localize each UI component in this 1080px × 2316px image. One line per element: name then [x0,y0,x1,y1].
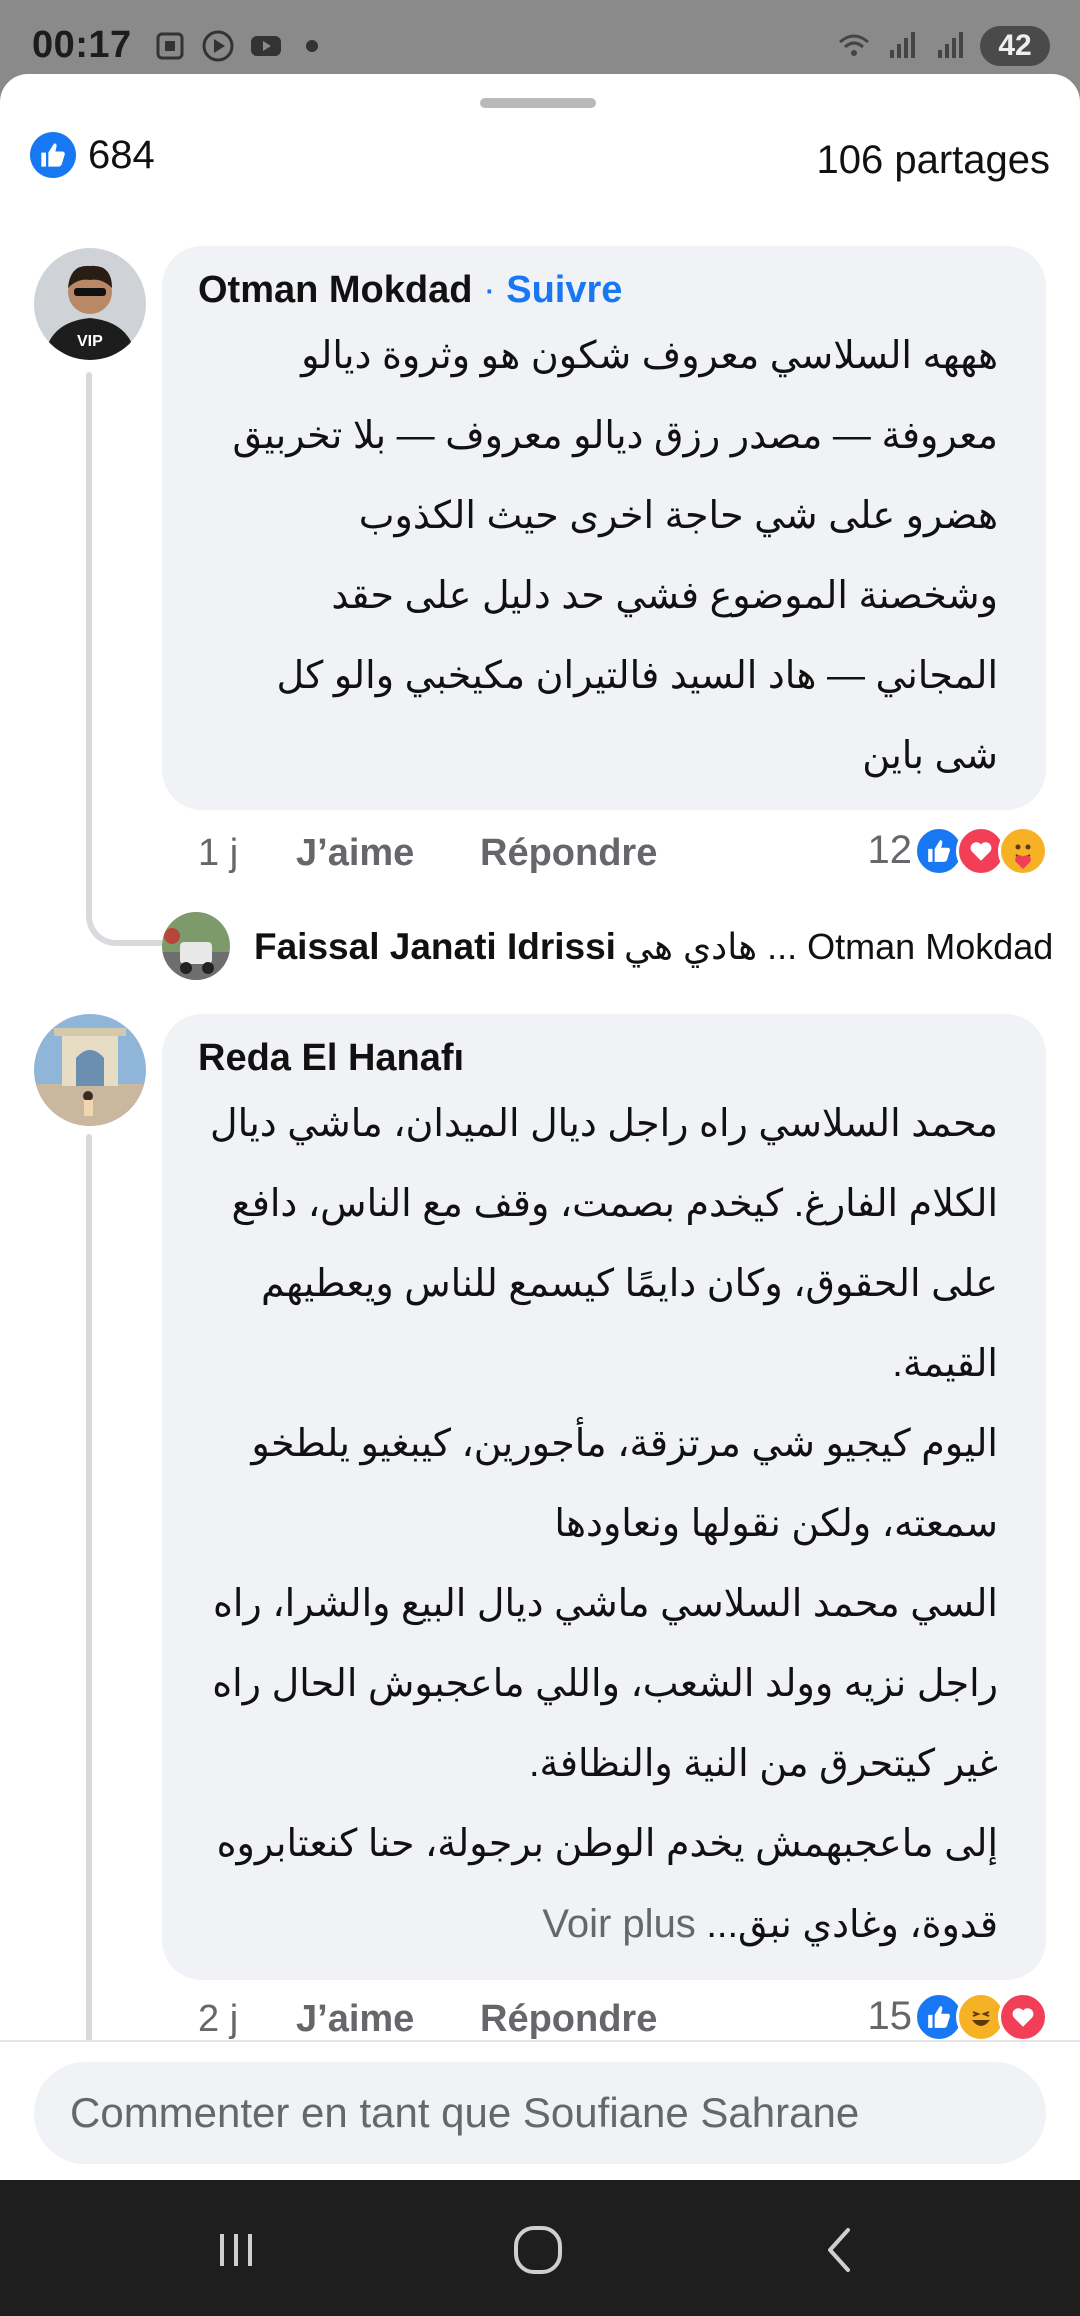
reply-button[interactable]: Répondre [480,832,657,875]
comment-line: معروفة — مصدر رزق ديالو معروف — بلا تخرب… [232,415,998,457]
status-bar: 00:17 42 [0,0,1080,80]
comment-bubble[interactable]: Reda El Hanafı محمد السلاسي راه راجل ديا… [162,1014,1046,1980]
comment-line: هضرو على شي حاجة اخرى حيث الكذوب [358,495,998,537]
comment-line: السي محمد السلاسي ماشي ديال البيع والشرا… [212,1583,998,1625]
avatar[interactable] [162,912,230,980]
comment-line: غير كيتحرق من النية والنظافة. [528,1743,998,1785]
back-icon[interactable] [810,2220,870,2280]
comment-author[interactable]: Reda El Hanafı [198,1037,464,1079]
status-time: 00:17 [32,24,132,66]
like-button[interactable]: J’aime [296,1998,414,2041]
comment-line: راجل نزيه وولد الشعب، واللي ماعجبوش الحا… [212,1663,998,1705]
like-reaction-icon [30,132,76,178]
reaction-icons[interactable] [914,826,1048,876]
reaction-count[interactable]: 12 [868,828,913,873]
comment-line: قدوة، وغادي نبق... [706,1904,998,1946]
comment-header: Otman Mokdad · Suivre [198,264,1010,316]
play-icon [202,30,234,62]
comment-line: وشخصنة الموضوع فشي حد دليل على حقد [331,575,998,617]
reply-text: هادي هي ... Otman Mokdad [624,926,1054,967]
signal-icon-2 [938,32,963,58]
sheet-drag-handle[interactable] [480,98,596,108]
reaction-icons[interactable] [914,1992,1048,2042]
likes-count: 684 [88,132,155,177]
wifi-icon [839,34,869,56]
love-reaction-icon [998,1992,1048,2042]
comment-line: هههه السلاسي معروف شكون هو وثروة ديالو [301,335,998,377]
comment-text: هههه السلاسي معروف شكون هو وثروة ديالو م… [198,316,998,796]
reply-connector [86,894,162,946]
status-system-icons: 42 [836,26,1050,66]
reply-author[interactable]: Faissal Janati Idrissi [254,926,616,968]
comment-line: الكلام الفارغ. كيخدم بصمت، وقف مع الناس،… [231,1183,998,1225]
follow-button[interactable]: Suivre [506,269,622,311]
comment-time[interactable]: 2 j [198,1998,238,2041]
reply-button[interactable]: Répondre [480,1998,657,2041]
comment-line: محمد السلاسي راه راجل ديال الميدان، ماشي… [210,1103,998,1145]
comment-composer: Commenter en tant que Soufiane Sahrane [0,2040,1080,2180]
more-notifications-dot [306,40,318,52]
see-more-button[interactable]: Voir plus [542,1902,695,1946]
avatar[interactable] [34,1014,146,1126]
comment-time[interactable]: 1 j [198,832,238,875]
comment-text: محمد السلاسي راه راجل ديال الميدان، ماشي… [198,1084,998,1965]
battery-indicator: 42 [980,26,1050,66]
comment-author[interactable]: Otman Mokdad [198,269,472,311]
system-navigation-bar [0,2180,1080,2316]
likes-summary[interactable]: 684 [30,132,155,178]
youtube-icon [251,36,281,56]
reply-preview[interactable]: Faissal Janati Idrissi هادي هي ... Otman… [162,912,1062,982]
comment-line: على الحقوق، وكان دايمًا كيسمع للناس ويعط… [260,1263,998,1305]
avatar[interactable]: VIP [34,248,146,360]
svg-text:VIP: VIP [77,333,103,350]
comment-line-last: قدوة، وغادي نبق... Voir plus [198,1884,998,1965]
status-notification-icons [152,28,318,64]
like-button[interactable]: J’aime [296,832,414,875]
comment-line: اليوم كيجيو شي مرتزقة، مأجورين، كيبغيو ي… [251,1423,998,1465]
comment-header: Reda El Hanafı [198,1032,1010,1084]
comment-actions: 1 j J’aime Répondre 12 [198,826,1048,886]
comment-input[interactable]: Commenter en tant que Soufiane Sahrane [34,2062,1046,2164]
thread-line [86,372,92,912]
comment-line: شى باين [862,735,998,777]
home-icon[interactable] [508,2220,568,2280]
separator-dot: · [483,269,496,311]
comment-line: القيمة. [892,1343,998,1385]
screenshot-icon [156,32,184,60]
comment-line: المجاني — هاد السيد فالتيران مكيخبي والو… [276,655,999,697]
thread-line [86,1134,92,2124]
comments-sheet: 684 106 partages VIP Otman Mokdad · Suiv… [0,74,1080,2180]
comment-bubble[interactable]: Otman Mokdad · Suivre هههه السلاسي معروف… [162,246,1046,810]
comment-line: سمعته، ولكن نقولها ونعاودها [554,1503,998,1545]
reaction-count[interactable]: 15 [868,1994,913,2039]
recent-apps-icon[interactable] [206,2220,266,2280]
signal-icon [890,32,915,58]
post-stats: 684 106 partages [30,132,1050,192]
shares-count[interactable]: 106 partages [816,138,1050,183]
care-reaction-icon [998,826,1048,876]
comment-line: إلى ماعجبهمش يخدم الوطن برجولة، حنا كنعت… [216,1823,998,1865]
